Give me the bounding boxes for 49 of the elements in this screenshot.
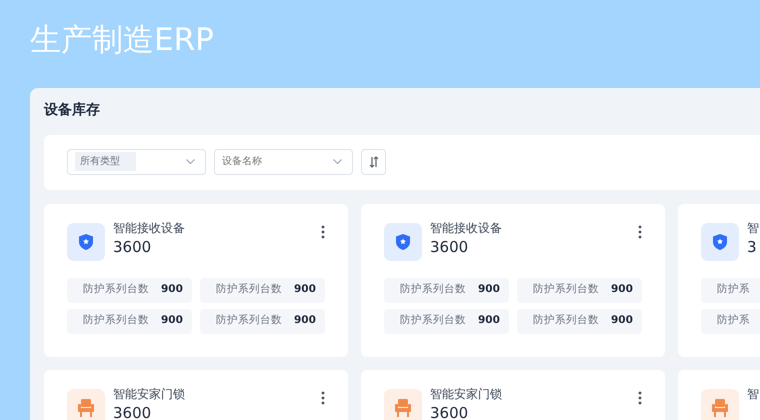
more-icon[interactable]	[638, 390, 642, 405]
stat-value: 900	[611, 282, 633, 298]
device-title: 智能接收设备	[113, 220, 186, 236]
stat-label: 防护系	[717, 313, 750, 328]
stat-value: 900	[294, 313, 316, 328]
stat-value: 900	[611, 313, 633, 328]
name-input[interactable]: 设备名称	[222, 154, 322, 170]
stat-label: 防护系列台数	[400, 313, 466, 328]
type-select[interactable]: 所有类型	[67, 148, 206, 175]
stat-label: 防护系列台数	[216, 313, 282, 328]
sort-button[interactable]	[361, 148, 386, 175]
shield-icon	[713, 234, 727, 250]
stat-label: 防护系	[717, 282, 750, 298]
panel-title: 设备库存	[44, 102, 101, 119]
device-title: 智能接收设备	[430, 220, 503, 236]
device-count: 3600	[430, 238, 470, 256]
device-count: 3600	[113, 404, 152, 420]
device-title: 智能安家门锁	[113, 386, 186, 402]
name-select[interactable]: 设备名称	[214, 148, 353, 175]
chair-icon	[78, 398, 94, 417]
sort-icon	[368, 156, 378, 168]
stat-label: 防护系列台数	[216, 282, 282, 298]
chevron-down-icon	[186, 159, 195, 164]
stat-value: 900	[161, 313, 183, 328]
shield-icon	[396, 234, 410, 250]
chevron-down-icon	[333, 159, 342, 164]
more-icon[interactable]	[638, 224, 642, 239]
shield-icon	[79, 234, 93, 250]
device-title: 智能安家门锁	[430, 386, 503, 402]
select-value: 所有类型	[75, 152, 136, 172]
stat-label: 防护系列台数	[533, 282, 599, 298]
stat-value: 900	[478, 313, 500, 328]
device-count: 3	[747, 238, 758, 256]
chair-icon	[395, 398, 411, 417]
stat-label: 防护系列台数	[400, 282, 466, 298]
device-title: 智	[747, 220, 760, 236]
more-icon[interactable]	[321, 390, 325, 405]
device-count: 3600	[430, 404, 470, 420]
stat-value: 900	[294, 282, 316, 298]
stat-value: 900	[478, 282, 500, 298]
stat-label: 防护系列台数	[533, 313, 599, 328]
chair-icon	[712, 398, 728, 417]
stat-value: 900	[161, 282, 183, 298]
device-count: 3600	[113, 238, 152, 256]
stat-label: 防护系列台数	[83, 282, 149, 298]
device-title: 智	[747, 386, 760, 402]
stat-label: 防护系列台数	[83, 313, 149, 328]
app-title: 生产制造ERP	[30, 22, 215, 60]
more-icon[interactable]	[321, 224, 325, 239]
